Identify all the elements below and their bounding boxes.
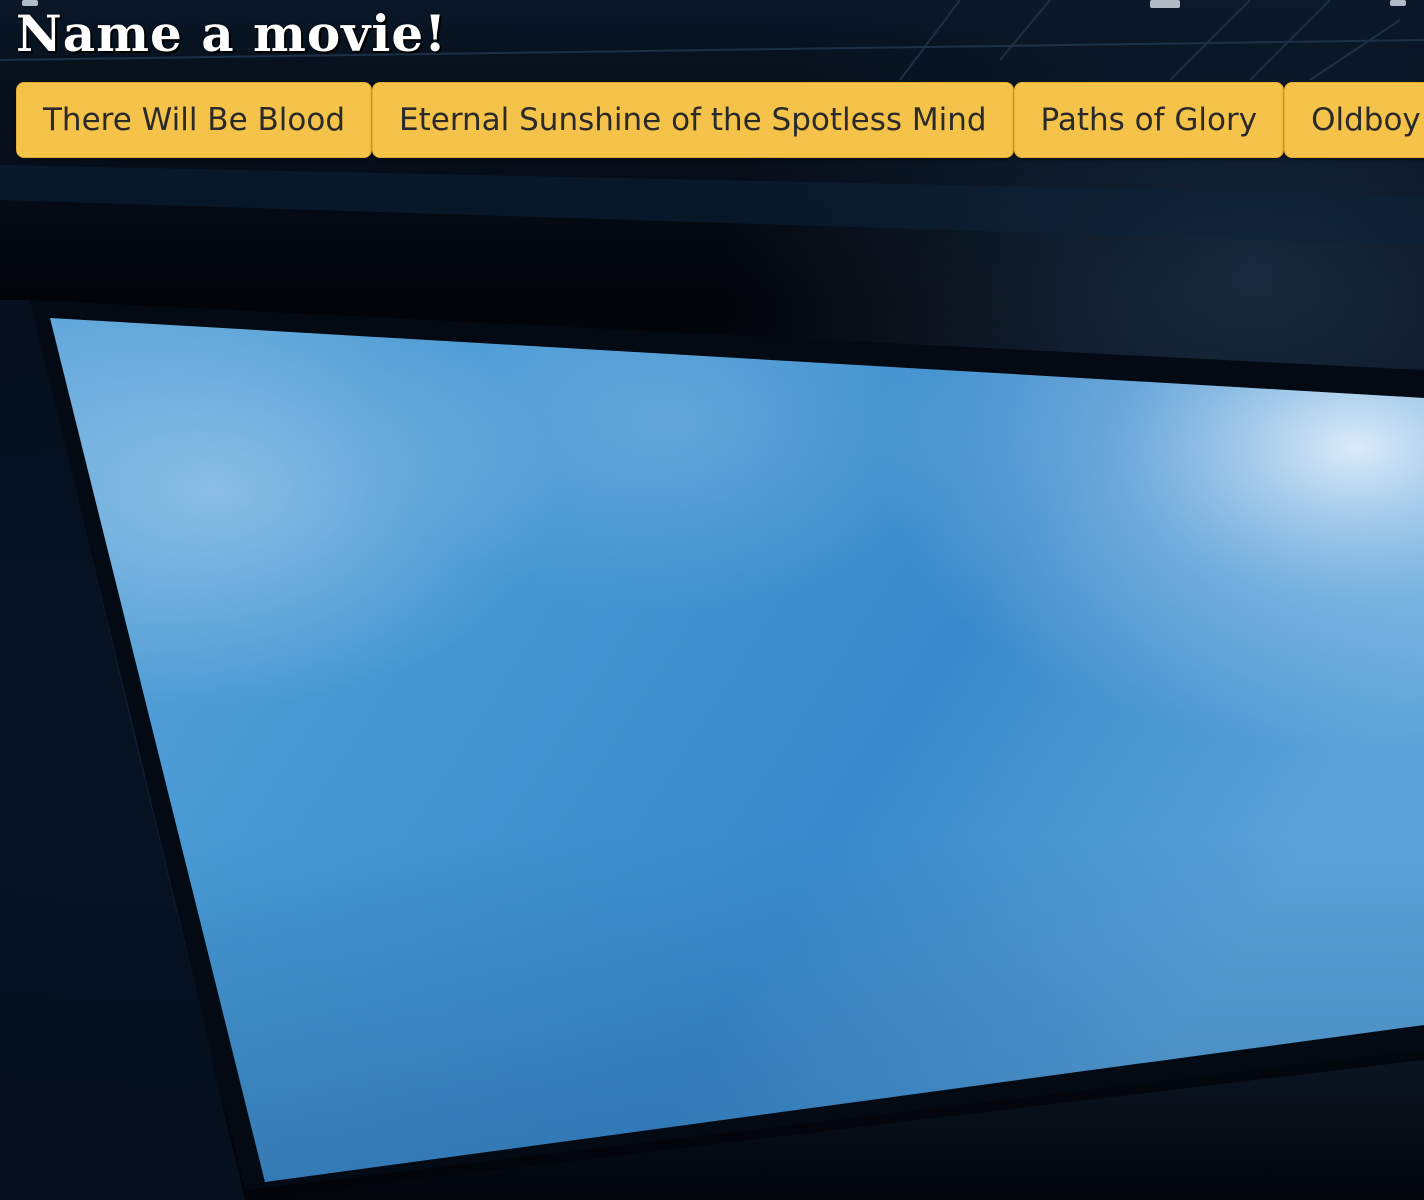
page-root: Name a movie! There Will Be Blood Eterna…	[0, 0, 1424, 1200]
page-title: Name a movie!	[16, 4, 448, 63]
movie-option-paths-of-glory[interactable]: Paths of Glory	[1013, 82, 1285, 158]
movie-option-there-will-be-blood[interactable]: There Will Be Blood	[16, 82, 372, 158]
movie-option-eternal-sunshine[interactable]: Eternal Sunshine of the Spotless Mind	[372, 82, 1014, 158]
movie-options: There Will Be Blood Eternal Sunshine of …	[16, 82, 1424, 158]
movie-option-oldboy[interactable]: Oldboy	[1284, 82, 1424, 158]
cinema-screen-image	[0, 300, 1424, 1200]
